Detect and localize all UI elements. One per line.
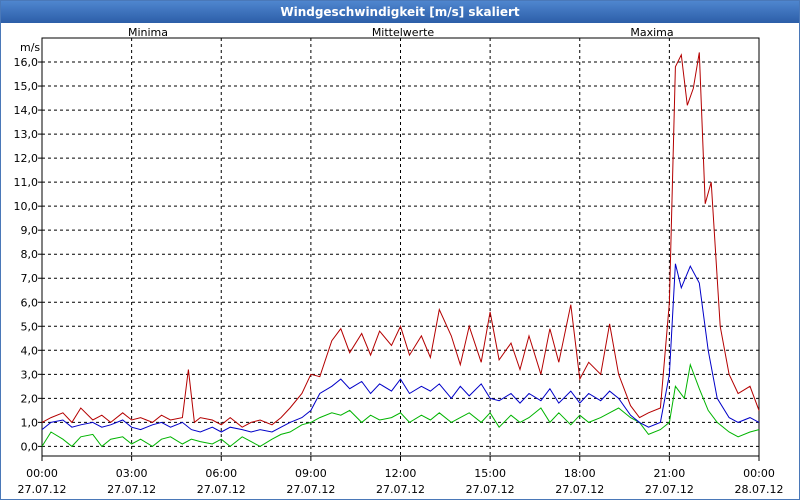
x-tick-date: 27.07.12 xyxy=(555,483,604,496)
x-tick-time: 00:00 xyxy=(743,467,775,480)
x-tick-date: 27.07.12 xyxy=(197,483,246,496)
y-tick-label: 16,0 xyxy=(14,56,39,69)
x-tick-time: 18:00 xyxy=(564,467,596,480)
y-tick-label: 13,0 xyxy=(14,128,39,141)
x-tick-date: 27.07.12 xyxy=(466,483,515,496)
legend-item-minima: Minima xyxy=(128,26,168,39)
y-tick-label: 10,0 xyxy=(14,200,39,213)
x-tick-date: 27.07.12 xyxy=(107,483,156,496)
grid-lines xyxy=(42,38,759,456)
chart-window: Windgeschwindigkeit [m/s] skaliert m/s 0… xyxy=(0,0,800,500)
y-tick-label: 11,0 xyxy=(14,176,39,189)
x-tick-time: 03:00 xyxy=(116,467,148,480)
x-tick-labels: 00:00 27.07.12 03:00 27.07.12 06:00 27.07.12 0… xyxy=(18,467,784,496)
legend-item-mittelwerte: Mittelwerte xyxy=(372,26,435,39)
y-axis-unit-label: m/s xyxy=(20,41,40,54)
y-tick-label: 3,0 xyxy=(21,368,39,381)
y-tick-label: 2,0 xyxy=(21,392,39,405)
x-tick-time: 09:00 xyxy=(295,467,327,480)
y-tick-label: 15,0 xyxy=(14,80,39,93)
legend-item-maxima: Maxima xyxy=(630,26,673,39)
y-tick-label: 9,0 xyxy=(21,224,39,237)
y-tick-label: 0,0 xyxy=(21,440,39,453)
x-tick-time: 06:00 xyxy=(205,467,237,480)
y-tick-label: 1,0 xyxy=(21,416,39,429)
x-tick-time: 21:00 xyxy=(654,467,686,480)
x-tick-time: 00:00 xyxy=(26,467,58,480)
x-tick-date: 27.07.12 xyxy=(286,483,335,496)
y-tick-label: 6,0 xyxy=(21,296,39,309)
y-tick-label: 14,0 xyxy=(14,104,39,117)
y-tick-label: 12,0 xyxy=(14,152,39,165)
y-tick-labels: 0,0 1,0 2,0 3,0 4,0 5,0 6,0 7,0 8,0 9,0 10,0 11,0 12… xyxy=(14,56,39,453)
y-tick-label: 4,0 xyxy=(21,344,39,357)
x-tick-time: 15:00 xyxy=(474,467,506,480)
x-tick-date: 27.07.12 xyxy=(376,483,425,496)
x-tick-date: 27.07.12 xyxy=(18,483,67,496)
x-tick-date: 28.07.12 xyxy=(735,483,784,496)
chart-plot: m/s 0,0 1,0 2,0 3,0 4,0 5,0 6,0 7,0 8,0 9,0 10,0 11… xyxy=(14,26,784,496)
legend: Minima Mittelwerte Maxima xyxy=(128,26,674,39)
y-tick-label: 5,0 xyxy=(21,320,39,333)
x-tick-date: 27.07.12 xyxy=(645,483,694,496)
axes xyxy=(38,37,760,461)
x-tick-time: 12:00 xyxy=(385,467,417,480)
y-tick-label: 7,0 xyxy=(21,272,39,285)
y-tick-label: 8,0 xyxy=(21,248,39,261)
